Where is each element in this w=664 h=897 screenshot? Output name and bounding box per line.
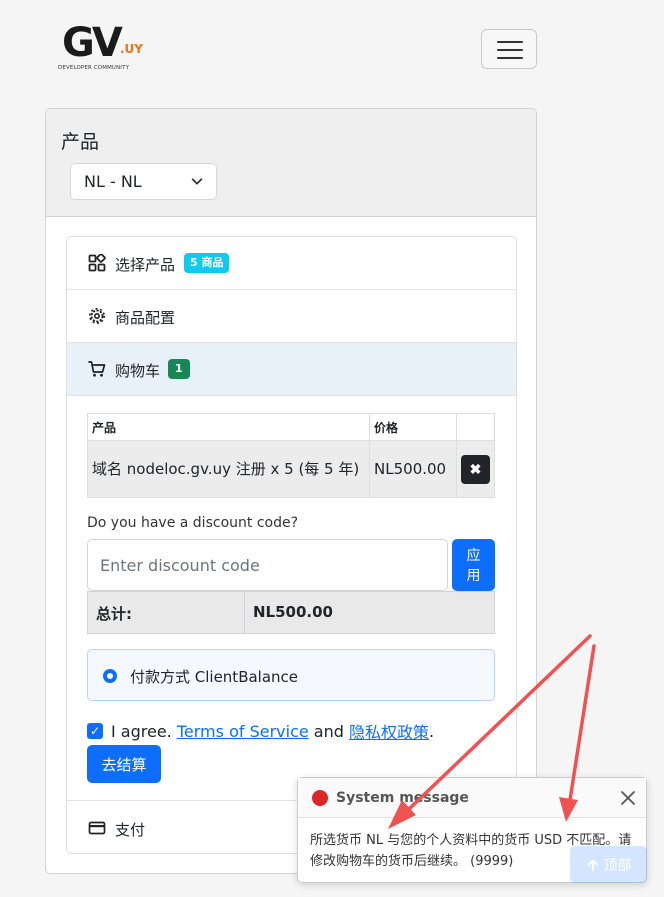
col-price: 价格 — [369, 413, 457, 441]
hamburger-icon — [497, 57, 523, 59]
col-product: 产品 — [86, 413, 371, 441]
page-title: 产品 — [61, 131, 100, 153]
remove-item-button[interactable]: ✖ — [461, 454, 490, 484]
step-config[interactable]: 商品配置 — [67, 290, 516, 343]
navbar: GV .UY DEVELOPER COMMUNITY — [0, 0, 664, 95]
total-value: NL500.00 — [253, 603, 333, 621]
agree-and: and — [313, 721, 344, 741]
payment-method-label: 付款方式 ClientBalance — [130, 668, 299, 686]
back-to-top-button[interactable]: 顶部 — [570, 846, 647, 883]
hamburger-icon — [497, 41, 523, 43]
step-label: 支付 — [115, 821, 146, 839]
grid-icon — [88, 254, 106, 272]
checkout-button[interactable]: 去结算 — [87, 745, 161, 783]
arrow-up-icon — [587, 859, 598, 871]
apply-discount-button[interactable]: 应用 — [452, 539, 495, 591]
step-label: 商品配置 — [115, 309, 176, 327]
checkout-accordion: 选择产品 5 商品 商品配置 购物车 1 产品 价格 域名 nodeloc.gv… — [66, 236, 517, 854]
product-count-badge: 5 商品 — [184, 253, 230, 273]
close-icon: ✖ — [469, 460, 482, 477]
menu-toggle-button[interactable] — [481, 29, 537, 69]
cart-icon — [88, 361, 106, 377]
table-header-row: 产品 价格 — [86, 413, 495, 441]
brand-logo[interactable]: GV .UY DEVELOPER COMMUNITY — [58, 22, 148, 74]
logo-mark: GV — [62, 20, 123, 66]
logo-tagline: DEVELOPER COMMUNITY — [58, 65, 130, 71]
product-card: 产品 NL - NL 选择产品 5 商品 商品配置 购物车 1 产品 价格 域名… — [45, 108, 537, 874]
table-row: 域名 nodeloc.gv.uy 注册 x 5 (每 5 年) NL500.00… — [86, 440, 495, 498]
card-header: 产品 NL - NL — [46, 109, 536, 217]
back-to-top-label: 顶部 — [603, 857, 632, 874]
toast-title: System message — [336, 790, 469, 806]
credit-card-icon — [88, 821, 106, 835]
logo-suffix: .UY — [120, 42, 143, 56]
discount-code-input[interactable] — [87, 539, 448, 591]
step-label: 选择产品 — [115, 256, 176, 274]
cart-item-name: 域名 nodeloc.gv.uy 注册 x 5 (每 5 年) — [86, 440, 371, 498]
col-actions — [456, 413, 495, 441]
hamburger-icon — [497, 49, 523, 51]
agreement-row: ✓ I agree. Terms of Service and 隐私权政策. — [87, 719, 434, 743]
step-select-product[interactable]: 选择产品 5 商品 — [67, 237, 516, 290]
error-status-icon — [312, 790, 328, 806]
cart-item-actions: ✖ — [456, 440, 495, 498]
total-label: 总计: — [88, 592, 245, 633]
agree-suffix: . — [429, 721, 435, 741]
step-label: 购物车 — [115, 362, 161, 380]
payment-radio[interactable] — [103, 669, 117, 683]
terms-link[interactable]: Terms of Service — [177, 722, 309, 741]
payment-method-option[interactable]: 付款方式 ClientBalance — [87, 649, 495, 701]
total-row: 总计: NL500.00 — [87, 591, 495, 634]
privacy-link[interactable]: 隐私权政策 — [349, 719, 429, 743]
cart-table: 产品 价格 域名 nodeloc.gv.uy 注册 x 5 (每 5 年) NL… — [86, 413, 495, 498]
gear-icon — [89, 308, 105, 324]
close-icon[interactable] — [618, 788, 638, 808]
step-cart[interactable]: 购物车 1 — [67, 343, 516, 396]
currency-select[interactable]: NL - NL — [70, 163, 217, 200]
discount-label: Do you have a discount code? — [87, 515, 299, 531]
cart-item-price: NL500.00 — [369, 440, 457, 498]
toast-header: System message — [298, 778, 646, 818]
agree-checkbox[interactable]: ✓ — [87, 723, 103, 739]
agree-prefix: I agree. — [111, 721, 172, 741]
chevron-down-icon — [191, 178, 203, 185]
cart-count-badge: 1 — [168, 359, 190, 379]
currency-select-value: NL - NL — [84, 172, 142, 191]
